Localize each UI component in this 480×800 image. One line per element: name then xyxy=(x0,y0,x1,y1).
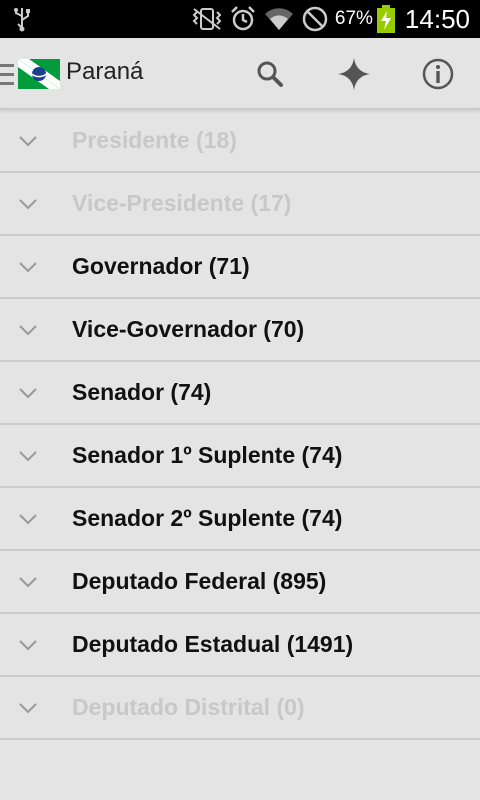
drawer-icon[interactable] xyxy=(0,64,14,86)
status-bar: 67% 14:50 xyxy=(0,0,480,38)
list-item-presidente[interactable]: Presidente (18) xyxy=(0,110,480,173)
usb-icon xyxy=(14,8,30,32)
list-item-label: Deputado Federal (895) xyxy=(72,568,327,594)
list-item-label: Deputado Estadual (1491) xyxy=(72,631,354,657)
list-item-label: Vice-Presidente (17) xyxy=(72,190,292,216)
list-item-senador-1-suplente[interactable]: Senador 1º Suplente (74) xyxy=(0,425,480,488)
chevron-down-icon xyxy=(19,325,37,336)
list-item-label: Vice-Governador (70) xyxy=(72,316,305,342)
chevron-down-icon xyxy=(19,703,37,714)
list-item-vice-governador[interactable]: Vice-Governador (70) xyxy=(0,299,480,362)
chevron-down-icon xyxy=(19,262,37,273)
clock: 14:50 xyxy=(404,3,470,34)
battery-percent: 67% xyxy=(334,8,373,29)
parana-flag-icon[interactable] xyxy=(18,59,60,89)
list-item-label: Presidente (18) xyxy=(72,127,237,153)
list-item-label: Senador (74) xyxy=(72,379,212,405)
chevron-down-icon xyxy=(19,136,37,147)
vibrate-icon xyxy=(189,4,225,34)
chevron-down-icon xyxy=(19,451,37,462)
list-item-senador-2-suplente[interactable]: Senador 2º Suplente (74) xyxy=(0,488,480,551)
office-list: Presidente (18) Vice-Presidente (17) Gov… xyxy=(0,110,480,740)
chevron-down-icon xyxy=(19,199,37,210)
list-item-label: Deputado Distrital (0) xyxy=(72,694,305,720)
app-title: Paraná xyxy=(66,58,144,85)
action-bar: Paraná xyxy=(0,38,480,110)
list-item-label: Senador 1º Suplente (74) xyxy=(72,442,343,468)
list-item-label: Governador (71) xyxy=(72,253,250,279)
chevron-down-icon xyxy=(19,514,37,525)
wifi-icon xyxy=(261,4,297,34)
alarm-icon xyxy=(225,4,261,34)
list-item-deputado-distrital[interactable]: Deputado Distrital (0) xyxy=(0,677,480,740)
list-item-vice-presidente[interactable]: Vice-Presidente (17) xyxy=(0,173,480,236)
list-item-deputado-estadual[interactable]: Deputado Estadual (1491) xyxy=(0,614,480,677)
no-signal-icon xyxy=(297,4,333,34)
favorites-icon[interactable] xyxy=(332,54,376,94)
list-item-senador[interactable]: Senador (74) xyxy=(0,362,480,425)
list-item-deputado-federal[interactable]: Deputado Federal (895) xyxy=(0,551,480,614)
chevron-down-icon xyxy=(19,640,37,651)
chevron-down-icon xyxy=(19,577,37,588)
info-icon[interactable] xyxy=(416,54,460,94)
search-icon[interactable] xyxy=(248,54,292,94)
list-item-governador[interactable]: Governador (71) xyxy=(0,236,480,299)
battery-charging-icon xyxy=(376,5,395,33)
list-item-label: Senador 2º Suplente (74) xyxy=(72,505,343,531)
chevron-down-icon xyxy=(19,388,37,399)
